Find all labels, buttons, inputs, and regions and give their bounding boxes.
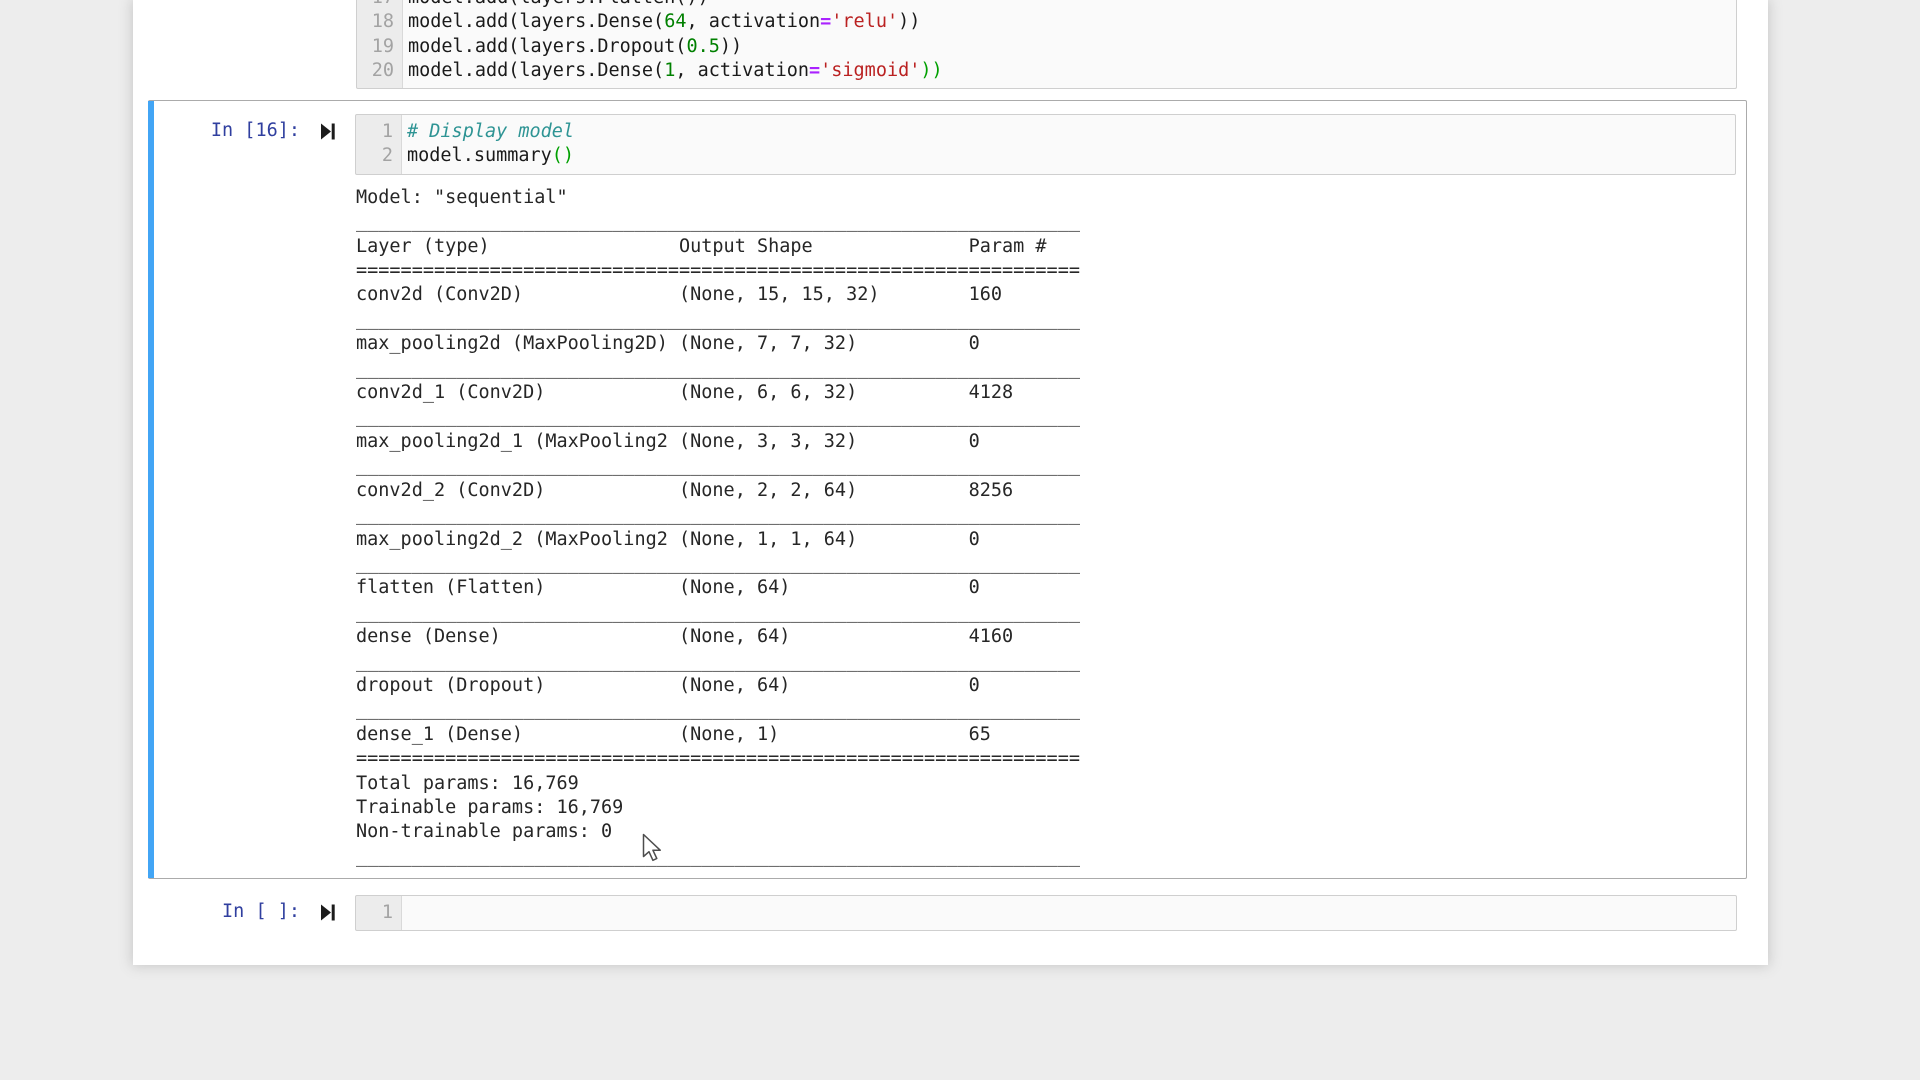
line-number: 19 bbox=[357, 35, 403, 59]
line-number: 18 bbox=[357, 10, 403, 34]
line-number: 2 bbox=[356, 144, 402, 168]
active-cell[interactable]: In [16]: 1# Display model2model.summary(… bbox=[148, 100, 1747, 879]
code-line[interactable]: 2model.summary() bbox=[356, 144, 1735, 168]
code-line[interactable]: 1 bbox=[356, 901, 1736, 925]
previous-cell-input[interactable]: 17model.add(layers.Flatten())18model.add… bbox=[356, 0, 1737, 89]
active-cell-input[interactable]: 1# Display model2model.summary() bbox=[355, 114, 1736, 175]
cell-output-text: Model: "sequential" ____________________… bbox=[356, 186, 1746, 869]
run-to-end-icon[interactable] bbox=[300, 895, 355, 921]
line-number: 17 bbox=[357, 0, 403, 10]
empty-cell-prompt: In [ ]: bbox=[148, 895, 300, 924]
empty-cell[interactable]: In [ ]: 1 bbox=[148, 895, 1745, 931]
code-line[interactable]: 20model.add(layers.Dense(1, activation='… bbox=[357, 59, 1736, 83]
code-line[interactable]: 17model.add(layers.Flatten()) bbox=[357, 0, 1736, 10]
line-number: 20 bbox=[357, 59, 403, 83]
cell-selection-bar bbox=[148, 101, 154, 878]
run-to-end-icon-glyph bbox=[321, 904, 335, 921]
empty-cell-input[interactable]: 1 bbox=[355, 895, 1737, 931]
input-prompt: In [16]: bbox=[154, 114, 300, 143]
code-line[interactable]: 18model.add(layers.Dense(64, activation=… bbox=[357, 10, 1736, 34]
run-to-end-icon[interactable] bbox=[300, 114, 355, 140]
code-line[interactable]: 19model.add(layers.Dropout(0.5)) bbox=[357, 35, 1736, 59]
notebook-container: 17model.add(layers.Flatten())18model.add… bbox=[133, 0, 1768, 965]
code-line[interactable]: 1# Display model bbox=[356, 120, 1735, 144]
line-number: 1 bbox=[356, 901, 402, 925]
line-number: 1 bbox=[356, 120, 402, 144]
run-to-end-icon-glyph bbox=[321, 123, 335, 140]
notebook-page: 17model.add(layers.Flatten())18model.add… bbox=[0, 0, 1920, 1080]
